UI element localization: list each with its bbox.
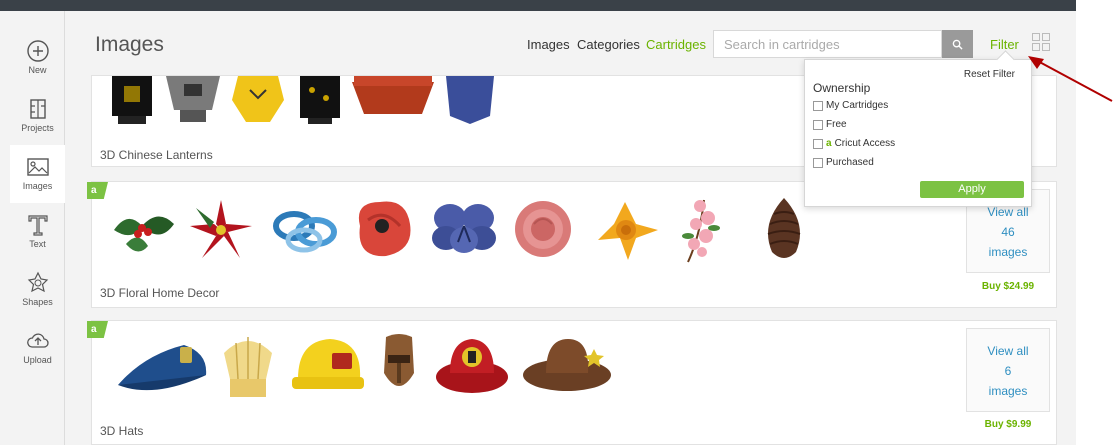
grid-icon: [1032, 33, 1040, 41]
upload-cloud-icon: [26, 333, 49, 348]
lantern-thumbnail[interactable]: [352, 76, 434, 120]
checkbox[interactable]: [813, 138, 823, 149]
apply-button[interactable]: Apply: [920, 181, 1024, 198]
plus-circle-icon: [26, 40, 49, 62]
sidebar-item-shapes[interactable]: Shapes: [10, 261, 65, 319]
top-bar: [0, 0, 1076, 11]
option-cricut-access[interactable]: a Cricut Access: [813, 138, 895, 149]
ownership-heading: Ownership: [813, 81, 871, 95]
lantern-thumbnail[interactable]: [444, 76, 496, 124]
sidebar-item-label: New: [28, 65, 47, 75]
text-icon: [27, 215, 48, 236]
image-count: 46: [1001, 225, 1015, 239]
reset-filter-button[interactable]: Reset Filter: [964, 69, 1015, 80]
viking-mask-thumbnail[interactable]: [380, 333, 418, 399]
cowboy-hat-thumbnail[interactable]: [522, 335, 612, 395]
lantern-thumbnail[interactable]: [164, 76, 222, 124]
chef-hat-thumbnail[interactable]: [216, 333, 280, 399]
cartridge-title: 3D Floral Home Decor: [100, 286, 220, 300]
option-my-cartridges[interactable]: My Cartridges: [813, 100, 888, 111]
page-title: Images: [95, 33, 164, 56]
checkbox[interactable]: [813, 100, 823, 111]
buy-price-button[interactable]: Buy $24.99: [966, 281, 1050, 292]
hard-hat-thumbnail[interactable]: [292, 335, 364, 397]
projects-icon: [29, 99, 46, 119]
search-icon: [952, 39, 963, 50]
image-count: 6: [1004, 364, 1012, 378]
cricut-access-badge: a: [87, 321, 108, 338]
access-a-icon: a: [826, 138, 832, 149]
view-all-label: View all: [987, 344, 1029, 358]
sidebar-item-label: Upload: [23, 355, 52, 365]
poinsettia-thumbnail[interactable]: [190, 200, 252, 260]
blossom-branch-thumbnail[interactable]: [678, 196, 726, 266]
fire-helmet-thumbnail[interactable]: [434, 335, 510, 397]
pansy-thumbnail[interactable]: [430, 200, 498, 256]
cartridge-title: 3D Chinese Lanterns: [100, 148, 213, 162]
sidebar-item-label: Shapes: [22, 297, 53, 307]
annotation-arrow-icon: [1028, 56, 1113, 102]
rose-thumbnail[interactable]: [510, 200, 576, 258]
lantern-thumbnail[interactable]: [232, 76, 284, 124]
sidebar-item-label: Text: [29, 239, 46, 249]
police-hat-thumbnail[interactable]: [114, 335, 214, 399]
checkbox[interactable]: [813, 119, 823, 130]
sidebar-item-text[interactable]: Text: [10, 203, 65, 261]
search-button[interactable]: [942, 30, 973, 58]
option-purchased[interactable]: Purchased: [813, 157, 874, 168]
poppy-thumbnail[interactable]: [350, 196, 416, 260]
sidebar-item-upload[interactable]: Upload: [10, 319, 65, 377]
sidebar-item-new[interactable]: New: [10, 29, 65, 87]
access-a-icon: a: [91, 185, 97, 196]
view-all-unit: images: [988, 245, 1028, 259]
cartridge-title: 3D Hats: [100, 424, 144, 438]
view-all-unit: images: [988, 384, 1028, 398]
cricut-access-badge: a: [87, 182, 108, 199]
checkbox[interactable]: [813, 157, 823, 168]
option-free[interactable]: Free: [813, 119, 847, 130]
sidebar-item-label: Projects: [21, 123, 54, 133]
grid-view-toggle[interactable]: [1032, 33, 1050, 51]
sidebar-item-label: Images: [22, 181, 53, 191]
cricut-images-app: New Projects Images Text Shapes Upload I…: [0, 0, 1076, 445]
lantern-thumbnail[interactable]: [110, 76, 154, 124]
filter-dropdown: Reset Filter Ownership My Cartridges Fre…: [804, 59, 1032, 207]
holly-thumbnail[interactable]: [108, 200, 178, 258]
image-icon: [26, 158, 49, 176]
search-input[interactable]: [713, 30, 942, 58]
shapes-icon: [27, 271, 48, 293]
buy-price-button[interactable]: Buy $9.99: [966, 419, 1050, 430]
ribbon-flower-thumbnail[interactable]: [272, 204, 338, 256]
sidebar-item-projects[interactable]: Projects: [10, 87, 65, 145]
view-all-button[interactable]: View all 6 images: [966, 328, 1050, 412]
nav-categories[interactable]: Categories: [577, 37, 640, 52]
lantern-thumbnail[interactable]: [298, 76, 342, 124]
cartridge-card[interactable]: a View all 6 images Buy $9.99 3D Hats: [87, 320, 1057, 445]
nav-cartridges[interactable]: Cartridges: [646, 37, 706, 52]
sidebar: New Projects Images Text Shapes Upload: [10, 11, 65, 445]
daffodil-thumbnail[interactable]: [592, 200, 658, 260]
nav-images[interactable]: Images: [527, 37, 570, 52]
access-a-icon: a: [91, 324, 97, 335]
sidebar-item-images[interactable]: Images: [10, 145, 65, 203]
